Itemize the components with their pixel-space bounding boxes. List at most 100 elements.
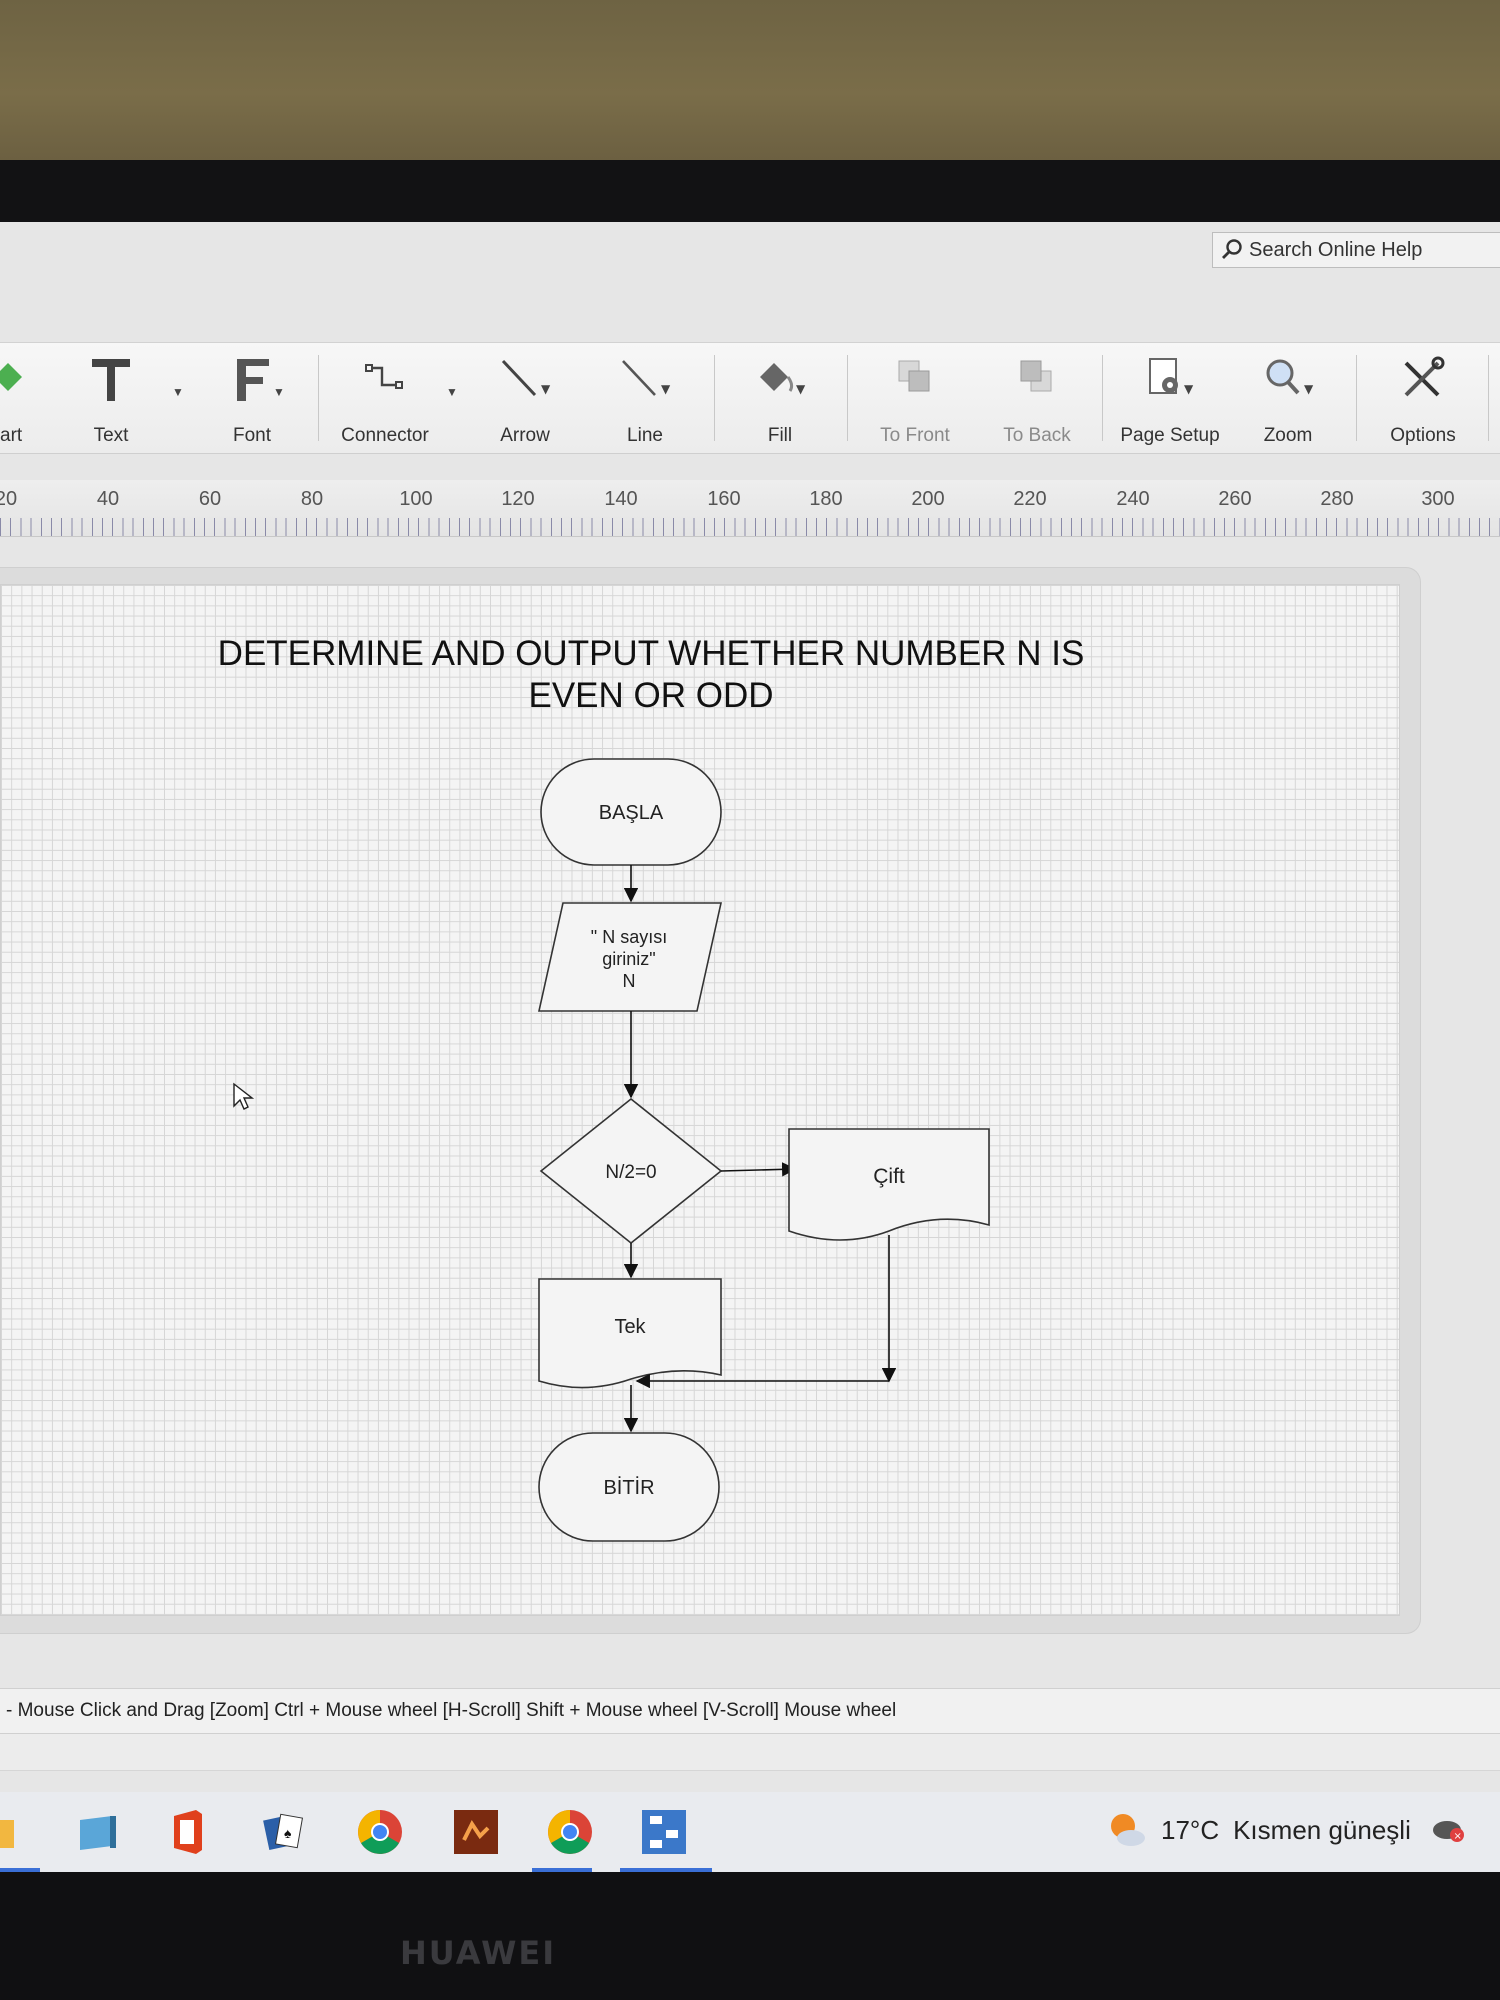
weather-widget[interactable]: 17°C Kısmen güneşli × (1105, 1808, 1467, 1852)
ribbon-separator (714, 355, 715, 441)
ribbon-separator (1356, 355, 1357, 441)
ruler-label: 180 (809, 488, 843, 510)
drawing-canvas[interactable]: DETERMINE AND OUTPUT WHETHER NUMBER N IS… (0, 584, 1400, 1616)
page-setup-label: Page Setup (1120, 425, 1220, 446)
file-explorer-icon[interactable] (0, 1806, 22, 1858)
background-wall (0, 0, 1500, 170)
decision-diamond[interactable]: N/2=0 (539, 1097, 723, 1245)
end-label: BİTİR (603, 1476, 654, 1499)
font-icon (237, 359, 269, 401)
input-line-2: giriniz" (602, 949, 655, 969)
search-icon (1222, 239, 1242, 259)
to-front-label: To Front (880, 425, 950, 446)
solitaire-icon[interactable]: ♠ (258, 1806, 310, 1858)
ruler-label: 280 (1320, 488, 1354, 510)
options-label: Options (1390, 425, 1456, 446)
ruler-label: 300 (1421, 488, 1455, 510)
odd-output-document[interactable]: Tek (538, 1278, 722, 1389)
text-dropdown-icon[interactable]: ▼ (172, 385, 184, 399)
options-button[interactable]: Options (1370, 343, 1476, 453)
text-tool-button[interactable]: Text (76, 343, 146, 453)
svg-text:▼: ▼ (1184, 382, 1194, 396)
to-front-button[interactable]: To Front (862, 343, 968, 453)
chart-tool-button[interactable]: art (0, 343, 40, 453)
font-tool-label: Font (232, 425, 272, 446)
app-icon[interactable] (450, 1806, 502, 1858)
svg-text:▼: ▼ (661, 382, 671, 396)
zoom-label: Zoom (1263, 425, 1313, 446)
svg-text:▼: ▼ (1304, 382, 1314, 396)
network-error-icon[interactable]: × (1431, 1815, 1467, 1845)
ribbon-separator (1102, 355, 1103, 441)
mouse-cursor-icon (233, 1082, 254, 1110)
ribbon-separator (1488, 355, 1489, 441)
arrow-tool-label: Arrow (500, 425, 550, 446)
svg-text:×: × (1453, 1831, 1461, 1842)
bring-to-front-icon (898, 360, 930, 392)
options-tools-icon (1404, 356, 1445, 397)
weather-temp: 17°C (1161, 1814, 1220, 1845)
status-bar: - Mouse Click and Drag [Zoom] Ctrl + Mou… (0, 1688, 1500, 1734)
arrow-tool-button[interactable]: ▼ Arrow (480, 343, 570, 453)
input-line-3: N (623, 971, 636, 991)
connector-tool-button[interactable]: Connector (330, 343, 440, 453)
notepad-icon[interactable] (72, 1806, 124, 1858)
odd-output-label: Tek (614, 1316, 646, 1338)
zoom-icon: ▼ (1266, 359, 1314, 396)
search-label: Search Online Help (1249, 238, 1423, 261)
font-dropdown-icon[interactable]: ▼ (273, 385, 285, 399)
line-icon: ▼ (622, 360, 671, 396)
line-tool-button[interactable]: ▼ Line (600, 343, 690, 453)
screen: Search Online Help art Text ▼ Font ▼ Con… (0, 222, 1500, 1872)
chrome-icon[interactable] (354, 1806, 406, 1858)
monitor-bezel-top (0, 160, 1500, 222)
flowchart-app-icon[interactable] (638, 1806, 690, 1858)
connector-tool-label: Connector (341, 425, 429, 446)
monitor-bezel-bottom (0, 1872, 1500, 2000)
fill-bucket-icon: ▼ (760, 363, 806, 396)
ruler-label: 120 (501, 488, 535, 510)
zoom-button[interactable]: ▼ Zoom (1244, 343, 1332, 453)
status-bar-secondary (0, 1734, 1500, 1771)
ruler-label: 60 (198, 488, 222, 510)
ruler-label: 200 (911, 488, 945, 510)
svg-text:♠: ♠ (284, 1825, 292, 1841)
end-terminal[interactable]: BİTİR (538, 1432, 720, 1542)
chart-tool-label: art (0, 425, 23, 446)
canvas-frame: DETERMINE AND OUTPUT WHETHER NUMBER N IS… (0, 568, 1420, 1633)
to-back-label: To Back (1003, 425, 1071, 446)
send-to-back-icon (1020, 360, 1052, 392)
ruler-label: 100 (399, 488, 433, 510)
chrome-icon[interactable] (544, 1806, 596, 1858)
even-output-label: Çift (873, 1165, 905, 1188)
ruler-label: 40 (96, 488, 120, 510)
fill-tool-label: Fill (767, 425, 793, 446)
ruler-label: 220 (1013, 488, 1047, 510)
even-output-document[interactable]: Çift (788, 1128, 990, 1241)
page-setup-button[interactable]: ▼ Page Setup (1112, 343, 1228, 453)
connector-dropdown-icon[interactable]: ▼ (446, 385, 458, 399)
svg-text:▼: ▼ (541, 382, 551, 396)
ruler-label: 80 (300, 488, 324, 510)
ruler-ticks (0, 518, 1500, 536)
monitor-brand-logo: HUAWEI (400, 1934, 557, 1972)
ruler-label: 260 (1218, 488, 1252, 510)
weather-description: Kısmen güneşli (1233, 1814, 1411, 1845)
status-hint: - Mouse Click and Drag [Zoom] Ctrl + Mou… (6, 1700, 897, 1721)
connector-icon (365, 364, 403, 389)
ribbon-separator (318, 355, 319, 441)
fill-tool-button[interactable]: ▼ Fill (735, 343, 825, 453)
flowchart: BAŞLA " N sayısı giriniz" N N/2=0 Çift T… (538, 758, 990, 1542)
ribbon-separator (847, 355, 848, 441)
search-online-help-box[interactable]: Search Online Help (1212, 232, 1500, 268)
ruler-label: 240 (1116, 488, 1150, 510)
page-setup-icon: ▼ (1149, 358, 1194, 396)
flow-arrow (720, 1162, 797, 1177)
input-parallelogram[interactable]: " N sayısı giriniz" N (538, 902, 722, 1012)
office-icon[interactable] (162, 1806, 214, 1858)
ruler-label: 160 (707, 488, 741, 510)
ruler-label: 140 (604, 488, 638, 510)
to-back-button[interactable]: To Back (984, 343, 1090, 453)
ruler-label: 20 (0, 488, 18, 510)
start-terminal[interactable]: BAŞLA (540, 758, 722, 866)
